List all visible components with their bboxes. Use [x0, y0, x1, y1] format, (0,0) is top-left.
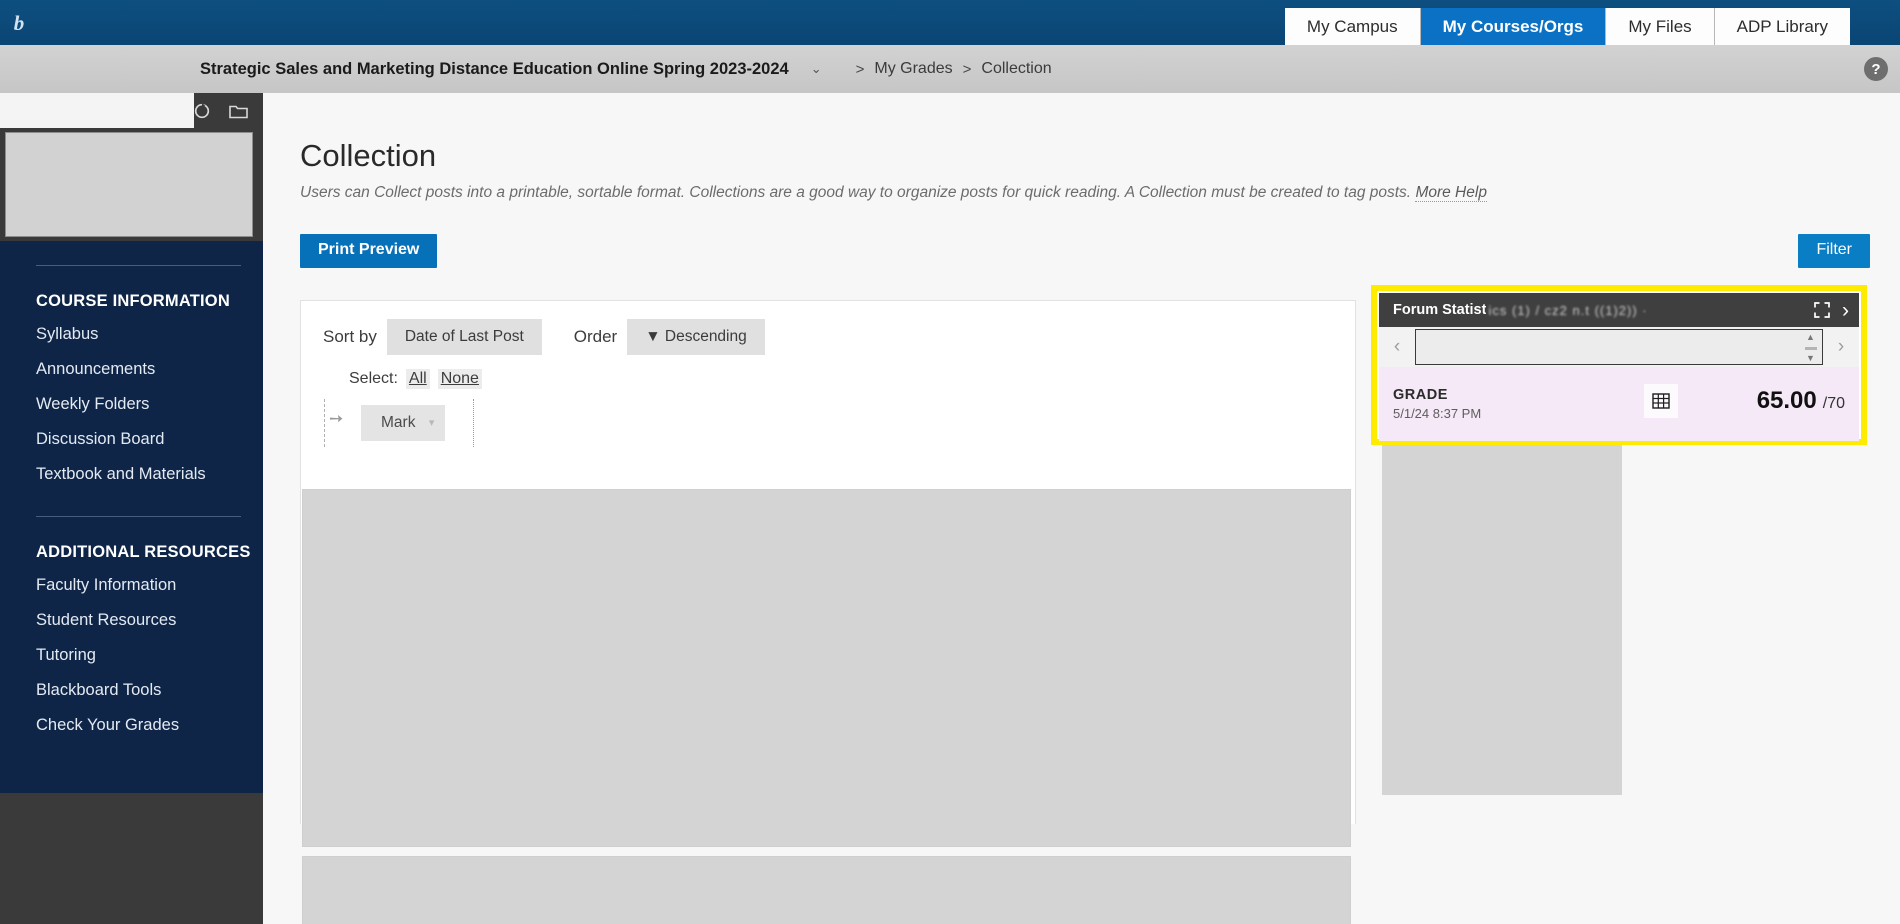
forum-statistics-module-title-obscured: ics (1) / cz2 n.t ((1)2)) ·	[1488, 302, 1648, 318]
sort-by-label: Sort by	[323, 327, 377, 346]
sidebar-heading-course-information: COURSE INFORMATION	[36, 292, 230, 310]
chevron-right-icon[interactable]: ›	[1842, 300, 1849, 321]
breadcrumb-my-grades[interactable]: My Grades	[874, 60, 952, 78]
action-bar: Print Preview Filter	[263, 234, 1900, 282]
breadcrumb-separator: >	[855, 60, 865, 78]
grade-total-points: /70	[1822, 395, 1845, 412]
sidebar-item-textbook-and-materials[interactable]: Textbook and Materials	[0, 457, 263, 492]
collection-panel: Sort by Date of Last Post Order ▼ Descen…	[300, 300, 1356, 924]
sidebar-item-discussion-board[interactable]: Discussion Board	[0, 422, 263, 457]
stepper-up-icon[interactable]: ▲	[1806, 333, 1815, 342]
top-tab-list: My Campus My Courses/Orgs My Files ADP L…	[1284, 8, 1850, 45]
top-navigation-bar: b My Campus My Courses/Orgs My Files ADP…	[0, 0, 1900, 45]
next-arrow-icon[interactable]: ›	[1823, 336, 1859, 358]
sidebar-item-tutoring[interactable]: Tutoring	[0, 638, 263, 673]
spinner-stepper-icon[interactable]: ▲ ▼	[1804, 333, 1817, 363]
select-label: Select:	[349, 370, 398, 387]
sidebar-item-student-resources[interactable]: Student Resources	[0, 603, 263, 638]
select-row: Select: All None	[301, 355, 1355, 389]
breadcrumb-separator-2: >	[962, 60, 972, 78]
mark-button[interactable]: Mark ▾	[361, 405, 446, 441]
sidebar-item-check-your-grades[interactable]: Check Your Grades	[0, 708, 263, 743]
course-menu-sidebar: COURSE INFORMATION Syllabus Announcement…	[0, 241, 263, 793]
tab-my-files-label: My Files	[1628, 16, 1692, 36]
breadcrumb-current: Collection	[981, 60, 1052, 77]
mark-row-guide-left	[324, 399, 325, 447]
sort-controls-row: Sort by Date of Last Post Order ▼ Descen…	[301, 301, 1355, 355]
stepper-down-icon[interactable]: ▼	[1806, 354, 1815, 363]
sidebar-item-blackboard-tools[interactable]: Blackboard Tools	[0, 673, 263, 708]
tab-my-campus[interactable]: My Campus	[1284, 8, 1421, 45]
mark-row-guide-right	[473, 399, 474, 447]
tab-my-files[interactable]: My Files	[1606, 8, 1715, 45]
grade-date: 5/1/24 8:37 PM	[1393, 406, 1482, 421]
tab-my-courses-orgs[interactable]: My Courses/Orgs	[1420, 8, 1607, 45]
order-select[interactable]: ▼ Descending	[627, 319, 765, 355]
page-description: Users can Collect posts into a printable…	[263, 174, 1900, 202]
course-title: Strategic Sales and Marketing Distance E…	[200, 59, 789, 78]
tab-my-campus-label: My Campus	[1306, 16, 1398, 36]
forum-statistics-nav-row: ‹ ▲ ▼ ›	[1379, 327, 1859, 367]
page-title: Collection	[300, 138, 437, 173]
previous-arrow-icon[interactable]: ‹	[1379, 336, 1415, 358]
mark-button-label: Mark	[381, 414, 416, 431]
main-content-area: Collection Users can Collect posts into …	[263, 93, 1900, 924]
sidebar-footer	[0, 793, 263, 924]
sidebar-course-banner-frame	[0, 128, 263, 241]
sidebar-heading-additional-resources: ADDITIONAL RESOURCES	[36, 543, 251, 561]
expand-icon[interactable]	[1814, 302, 1830, 318]
grade-score: 65.00 /70	[1757, 387, 1845, 415]
filter-button[interactable]: Filter	[1798, 234, 1870, 268]
sidebar-item-announcements[interactable]: Announcements	[0, 352, 263, 387]
forum-statistics-module-header: Forum Statist ics (1) / cz2 n.t ((1)2)) …	[1379, 293, 1859, 327]
collection-posts-placeholder-2	[302, 856, 1351, 924]
collection-posts-placeholder-1	[302, 489, 1351, 847]
stepper-bar	[1804, 346, 1817, 350]
blackboard-b-logo-icon: b	[13, 11, 25, 35]
right-rail-placeholder	[1382, 438, 1622, 795]
chevron-down-icon: ▾	[428, 417, 435, 429]
tab-adp-library-label: ADP Library	[1736, 16, 1828, 36]
chevron-down-icon[interactable]: ⌄	[811, 61, 822, 77]
grade-row[interactable]: GRADE 5/1/24 8:37 PM 65.00 /70	[1379, 367, 1859, 441]
order-label: Order	[573, 327, 618, 346]
more-help-link[interactable]: More Help	[1415, 184, 1487, 202]
breadcrumb-bar: Strategic Sales and Marketing Distance E…	[0, 45, 1900, 93]
refresh-icon[interactable]	[191, 100, 213, 122]
select-none-link[interactable]: None	[437, 369, 482, 389]
mark-row: ➙ Mark ▾	[301, 389, 1355, 447]
sidebar-item-weekly-folders[interactable]: Weekly Folders	[0, 387, 263, 422]
sidebar-item-syllabus[interactable]: Syllabus	[0, 317, 263, 352]
grade-value: 65.00	[1756, 387, 1817, 414]
forum-statistics-module-title: Forum Statist	[1393, 302, 1487, 318]
tab-adp-library[interactable]: ADP Library	[1714, 8, 1850, 45]
tab-my-courses-orgs-label: My Courses/Orgs	[1442, 16, 1584, 36]
help-icon[interactable]: ?	[1864, 57, 1888, 81]
select-all-link[interactable]: All	[405, 369, 430, 389]
sort-by-select[interactable]: Date of Last Post	[386, 319, 542, 355]
grade-label: GRADE	[1393, 387, 1448, 403]
arrow-right-icon: ➙	[329, 409, 344, 428]
grid-table-icon[interactable]	[1644, 384, 1678, 418]
sidebar-item-faculty-information[interactable]: Faculty Information	[0, 568, 263, 603]
forum-statistics-scroll-field[interactable]: ▲ ▼	[1415, 329, 1823, 365]
page-description-text: Users can Collect posts into a printable…	[300, 184, 1412, 201]
print-preview-button[interactable]: Print Preview	[300, 234, 438, 268]
forum-statistics-module-highlight: Forum Statist ics (1) / cz2 n.t ((1)2)) …	[1371, 285, 1867, 445]
grade-info: GRADE 5/1/24 8:37 PM	[1393, 387, 1481, 421]
sidebar-toolstrip-blank	[0, 93, 194, 128]
sidebar-course-banner	[5, 132, 253, 237]
sidebar-toolstrip	[0, 93, 263, 128]
folder-icon[interactable]	[227, 100, 249, 122]
